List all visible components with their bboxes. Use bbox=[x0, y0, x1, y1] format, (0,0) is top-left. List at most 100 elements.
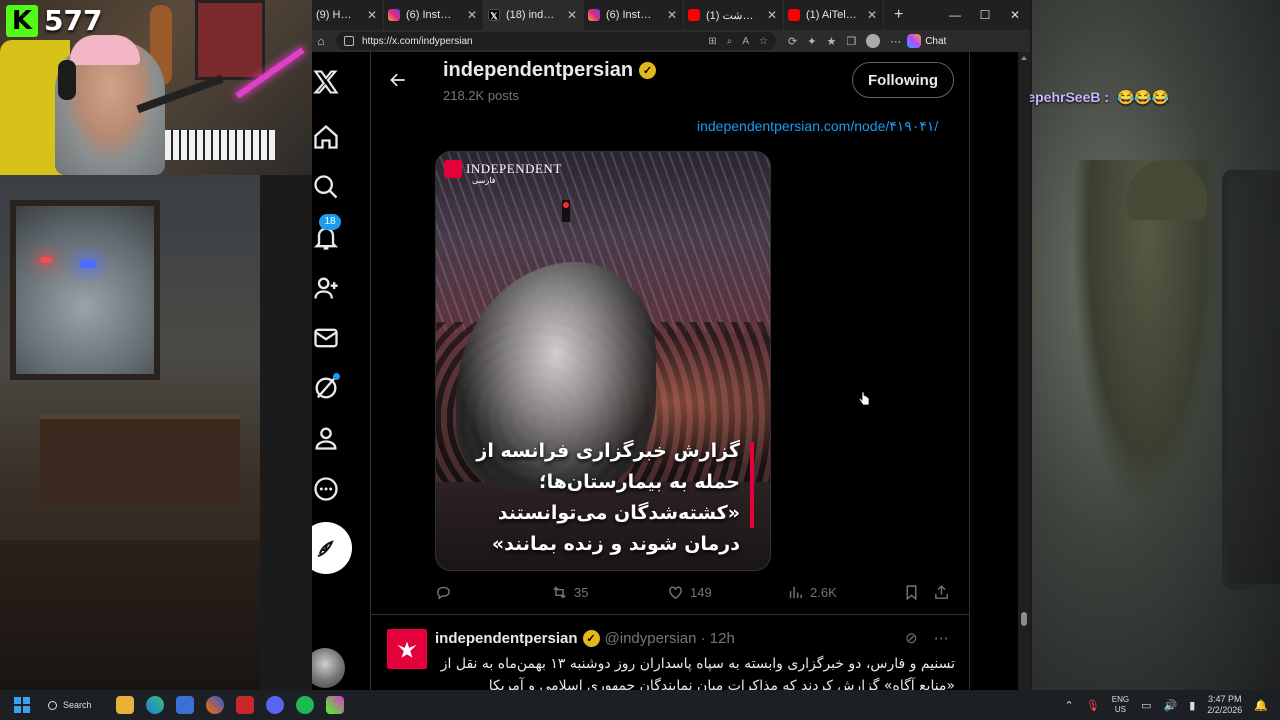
x-sidebar-nav: 18 bbox=[312, 52, 370, 690]
search-icon[interactable] bbox=[312, 173, 340, 201]
profile-person-icon[interactable] bbox=[312, 424, 340, 452]
profile-avatar-icon[interactable] bbox=[866, 34, 881, 48]
repost-button[interactable]: 35 bbox=[551, 584, 588, 601]
zoom-icon[interactable]: ⌕ bbox=[727, 36, 733, 47]
close-icon[interactable]: ✕ bbox=[867, 8, 877, 22]
discord-icon[interactable] bbox=[266, 696, 284, 714]
x-logo-icon[interactable] bbox=[312, 68, 340, 96]
close-icon[interactable]: ✕ bbox=[667, 8, 677, 22]
language-indicator[interactable]: ENG US bbox=[1112, 695, 1129, 715]
webcam-overlay: K 577 bbox=[0, 0, 312, 175]
taskbar-search[interactable]: Search bbox=[48, 700, 106, 710]
notification-count-badge: 18 bbox=[319, 214, 341, 230]
close-icon[interactable]: ✕ bbox=[367, 8, 377, 22]
app-available-icon[interactable]: ⊞ bbox=[708, 36, 716, 47]
like-count: 149 bbox=[690, 585, 712, 600]
reply-icon bbox=[437, 586, 450, 600]
url-text: https://x.com/indypersian bbox=[362, 35, 473, 47]
viewer-count: 577 bbox=[44, 4, 103, 37]
windows-start-icon[interactable] bbox=[14, 697, 30, 713]
share-icon bbox=[935, 585, 948, 599]
reply-button[interactable] bbox=[435, 584, 452, 601]
maximize-icon[interactable]: ☐ bbox=[970, 8, 1000, 22]
messages-envelope-icon[interactable] bbox=[312, 324, 340, 352]
close-window-icon[interactable]: ✕ bbox=[1000, 8, 1030, 22]
home-icon[interactable] bbox=[312, 123, 340, 151]
profile-header: independentpersian ✓ 218.2K posts Follow… bbox=[371, 52, 969, 108]
app-icon[interactable] bbox=[236, 696, 254, 714]
page-scrollbar[interactable] bbox=[1018, 52, 1030, 690]
views-chart-icon bbox=[789, 586, 802, 599]
account-avatar[interactable] bbox=[312, 648, 345, 688]
post-avatar[interactable] bbox=[387, 629, 427, 669]
network-icon[interactable]: ▭ bbox=[1141, 699, 1151, 712]
url-field[interactable]: https://x.com/indypersian ⊞ ⌕ A ☆ bbox=[336, 32, 776, 50]
author-handle-time[interactable]: @indypersian · 12h bbox=[605, 630, 735, 647]
following-button[interactable]: Following bbox=[852, 62, 954, 98]
favorites-icon[interactable]: ★ bbox=[826, 35, 836, 48]
extensions-icon[interactable]: ✦ bbox=[807, 35, 816, 48]
follow-person-plus-icon[interactable] bbox=[312, 274, 340, 302]
timeline-post[interactable]: independentpersian ✓ @indypersian · 12h … bbox=[371, 615, 969, 690]
chevron-up-icon[interactable]: ⌃ bbox=[1065, 699, 1074, 712]
new-indicator-dot bbox=[333, 373, 340, 380]
refresh-icon[interactable]: ⟳ bbox=[788, 35, 797, 48]
minimize-icon[interactable]: — bbox=[940, 8, 970, 22]
clock-date: 2/2/2026 bbox=[1207, 705, 1243, 715]
tab-home-x[interactable]: (9) Home / X ✕ bbox=[312, 0, 384, 30]
independent-brand: INDEPENDENT bbox=[466, 161, 562, 176]
like-button[interactable]: 149 bbox=[667, 584, 712, 601]
edge-browser-icon[interactable] bbox=[146, 696, 164, 714]
tab-instagram-2[interactable]: (6) Instagram ✕ bbox=[584, 0, 684, 30]
youtube-icon bbox=[688, 9, 700, 21]
close-icon[interactable]: ✕ bbox=[467, 8, 477, 22]
lock-icon[interactable] bbox=[344, 36, 354, 46]
chat-label: Chat bbox=[925, 35, 947, 47]
back-arrow-icon[interactable] bbox=[388, 70, 408, 95]
author-name[interactable]: independentpersian bbox=[435, 630, 578, 647]
copilot-chat-button[interactable]: Chat bbox=[907, 34, 946, 48]
grok-icon[interactable] bbox=[312, 373, 340, 402]
tab-youtube-2[interactable]: (1) AiTelly - YouTube ✕ bbox=[784, 0, 884, 30]
share-button[interactable] bbox=[933, 584, 950, 601]
read-aloud-icon[interactable]: A bbox=[742, 36, 749, 47]
hand-cursor-icon bbox=[858, 391, 870, 406]
microphone-icon[interactable]: 🎙 bbox=[1086, 699, 1100, 712]
verified-badge-icon: ✓ bbox=[582, 630, 600, 647]
collections-icon[interactable]: ❐ bbox=[846, 35, 856, 48]
views-button[interactable]: 2.6K bbox=[787, 584, 837, 601]
new-tab-button[interactable]: + bbox=[884, 6, 913, 24]
clock[interactable]: 3:47 PM 2/2/2026 bbox=[1207, 694, 1242, 716]
tab-label: (9) Home / X bbox=[316, 9, 357, 21]
taskbar-apps bbox=[116, 696, 344, 714]
close-icon[interactable]: ✕ bbox=[767, 8, 777, 22]
more-circle-icon[interactable] bbox=[312, 475, 340, 503]
volume-icon[interactable]: 🔊 bbox=[1163, 699, 1177, 712]
article-link[interactable]: independentpersian.com/node/۴۱۹۰۴۱/ bbox=[697, 118, 938, 135]
system-tray: ⌃ 🎙 ENG US ▭ 🔊 ▮ 3:47 PM 2/2/2026 🔔 bbox=[1065, 694, 1280, 716]
firefox-icon[interactable] bbox=[206, 696, 224, 714]
scroll-up-arrow-icon[interactable] bbox=[1021, 56, 1027, 60]
scrollbar-thumb[interactable] bbox=[1021, 612, 1027, 626]
close-icon[interactable]: ✕ bbox=[567, 8, 577, 22]
notification-center-icon[interactable]: 🔔 bbox=[1254, 699, 1268, 712]
bookmark-button[interactable] bbox=[903, 584, 920, 601]
spotify-icon[interactable] bbox=[296, 696, 314, 714]
notifications-bell-icon[interactable]: 18 bbox=[312, 214, 341, 252]
tab-youtube-1[interactable]: (1) سرنوشت ✕ bbox=[684, 0, 784, 30]
more-menu-icon[interactable]: ⋯ bbox=[890, 35, 901, 48]
search-icon bbox=[48, 700, 57, 710]
battery-icon[interactable]: ▮ bbox=[1189, 699, 1195, 712]
store-icon[interactable] bbox=[176, 696, 194, 714]
grok-explain-icon[interactable]: ⊘ bbox=[905, 629, 918, 647]
obs-icon[interactable] bbox=[326, 696, 344, 714]
favorite-star-icon[interactable]: ☆ bbox=[759, 36, 768, 47]
tab-independentpersian[interactable]: 𝕏 (18) independentpersian ✕ bbox=[484, 0, 584, 30]
home-icon[interactable]: ⌂ bbox=[312, 34, 330, 48]
file-explorer-icon[interactable] bbox=[116, 696, 134, 714]
repost-count: 35 bbox=[574, 585, 589, 600]
post-image[interactable]: INDEPENDENT فارسی گزارش خبرگزاری فرانسه … bbox=[435, 151, 771, 571]
more-options-icon[interactable]: ⋯ bbox=[934, 629, 949, 647]
tab-instagram[interactable]: (6) Instagram ✕ bbox=[384, 0, 484, 30]
compose-post-button[interactable] bbox=[312, 522, 352, 574]
